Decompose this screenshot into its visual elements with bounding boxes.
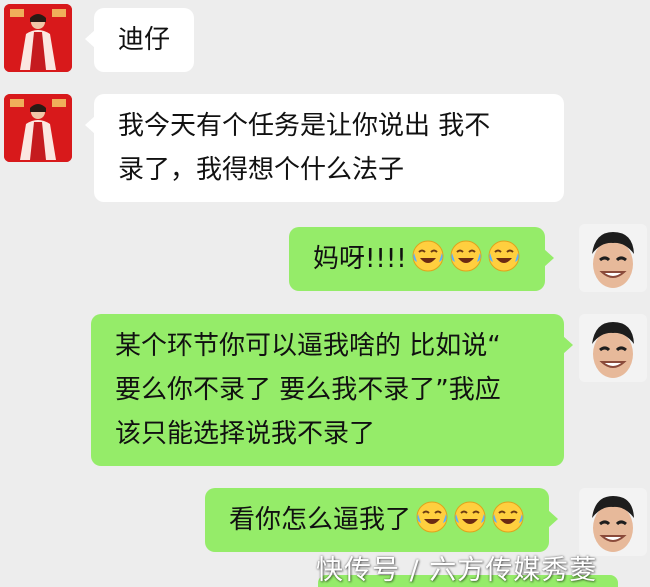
message-text: 要么你不录了 要么我不录了”我应 <box>115 375 501 405</box>
tears-of-joy-emoji-icon <box>449 239 483 273</box>
tears-of-joy-emoji-icon <box>487 239 521 273</box>
outgoing-message-3[interactable]: 看你怎么逼我了 <box>205 488 559 552</box>
message-text: 录了，我得想个什么法子 <box>118 155 405 185</box>
sender-avatar[interactable] <box>4 94 72 162</box>
smiling-man-avatar-icon <box>579 488 647 556</box>
watermark-text: 快传号 / 六方传媒秀菱 <box>316 555 598 586</box>
message-text: 我今天有个任务是让你说出 我不 <box>118 111 491 141</box>
self-avatar[interactable] <box>579 488 647 556</box>
message-text: 该只能选择说我不录了 <box>115 419 376 449</box>
outgoing-message-1[interactable]: 妈呀!!!! <box>289 227 554 291</box>
smiling-man-avatar-icon <box>579 224 647 292</box>
portrait-red-avatar-icon <box>4 94 72 162</box>
self-avatar[interactable] <box>579 224 647 292</box>
outgoing-message-2[interactable]: 某个环节你可以逼我啥的 比如说“ 要么你不录了 要么我不录了”我应 该只能选择说… <box>91 314 573 466</box>
message-text: 看你怎么逼我了 <box>229 505 412 535</box>
message-text: 妈呀!!!! <box>313 244 407 274</box>
smiling-man-avatar-icon <box>579 314 647 382</box>
message-text: 迪仔 <box>118 25 171 55</box>
sender-avatar[interactable] <box>4 4 72 72</box>
tears-of-joy-emoji-icon <box>415 500 449 534</box>
portrait-red-avatar-icon <box>4 4 72 72</box>
self-avatar[interactable] <box>579 314 647 382</box>
tears-of-joy-emoji-icon <box>411 239 445 273</box>
incoming-message-2[interactable]: 我今天有个任务是让你说出 我不 录了，我得想个什么法子 <box>85 94 564 202</box>
incoming-message-1[interactable]: 迪仔 <box>85 8 195 72</box>
tears-of-joy-emoji-icon <box>491 500 525 534</box>
tears-of-joy-emoji-icon <box>453 500 487 534</box>
message-text: 某个环节你可以逼我啥的 比如说“ <box>115 331 501 361</box>
